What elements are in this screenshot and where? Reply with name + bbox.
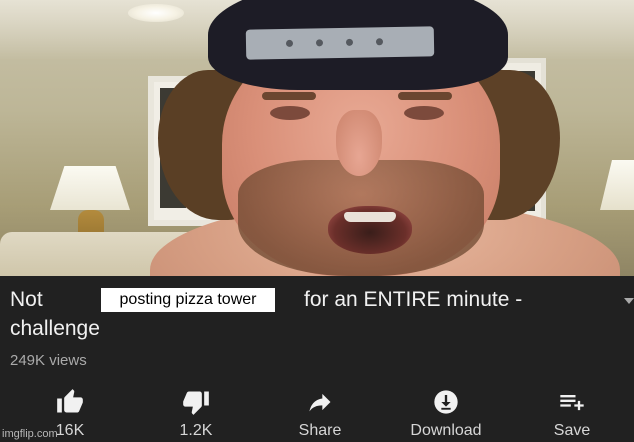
imgflip-watermark: imgflip.com bbox=[2, 428, 58, 440]
video-player[interactable] bbox=[0, 0, 634, 276]
thumbs-up-icon bbox=[57, 389, 83, 413]
thumbs-down-icon bbox=[183, 391, 209, 415]
left-eye bbox=[270, 106, 310, 120]
download-button[interactable]: Download bbox=[396, 388, 496, 442]
meme-caption-text: posting pizza tower bbox=[119, 291, 257, 308]
video-title-end: for an ENTIRE minute - bbox=[304, 288, 523, 311]
ceiling-light bbox=[128, 4, 184, 22]
view-count: 249K views bbox=[10, 352, 87, 369]
share-arrow-icon bbox=[309, 393, 331, 412]
meme-screenshot: Not for an ENTIRE minute - challenge 249… bbox=[0, 0, 634, 442]
action-bar: 16K 1.2K Share Download Save bbox=[0, 388, 634, 442]
playlist-add-icon bbox=[560, 395, 584, 411]
lamp-shade-right bbox=[600, 160, 634, 210]
dislike-count: 1.2K bbox=[179, 422, 213, 439]
right-eyebrow bbox=[398, 92, 452, 100]
lamp-shade bbox=[50, 166, 130, 210]
download-icon bbox=[434, 390, 458, 414]
right-eye bbox=[404, 106, 444, 120]
video-info-panel: Not for an ENTIRE minute - challenge 249… bbox=[0, 276, 634, 442]
person-nose bbox=[336, 110, 382, 176]
cap-strap bbox=[245, 26, 435, 60]
save-label: Save bbox=[553, 422, 591, 439]
left-eyebrow bbox=[262, 92, 316, 100]
save-button[interactable]: Save bbox=[522, 388, 622, 442]
video-title-line2: challenge bbox=[10, 317, 100, 340]
video-title-start: Not bbox=[10, 288, 43, 311]
download-label: Download bbox=[410, 422, 482, 439]
share-button[interactable]: Share bbox=[270, 388, 370, 442]
share-label: Share bbox=[298, 422, 342, 439]
dislike-button[interactable]: 1.2K bbox=[146, 388, 246, 442]
chevron-down-icon[interactable] bbox=[624, 298, 634, 304]
person-teeth bbox=[344, 212, 396, 222]
